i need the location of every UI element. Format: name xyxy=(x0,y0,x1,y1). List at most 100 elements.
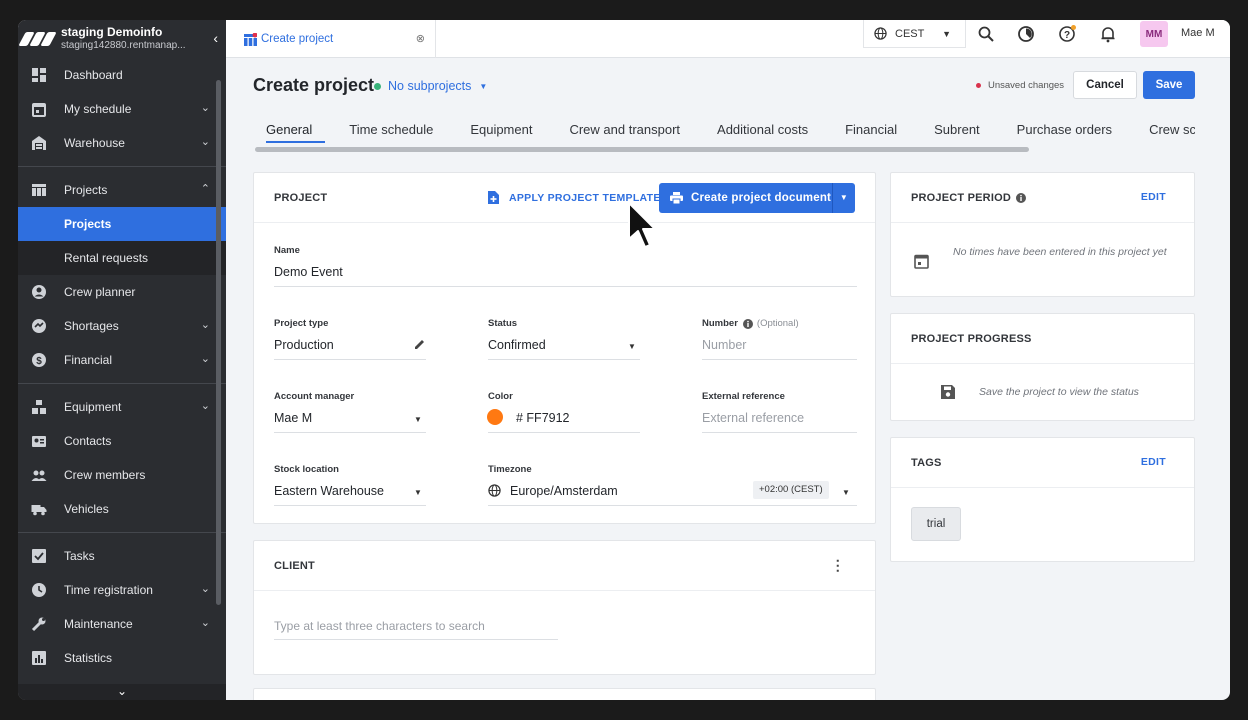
chevron-down-icon[interactable]: ⌄ xyxy=(18,684,226,700)
sidebar-item-tasks[interactable]: Tasks xyxy=(18,539,226,573)
caret-down-icon[interactable]: ▼ xyxy=(840,193,848,202)
sidebar-item-vehicles[interactable]: Vehicles xyxy=(18,492,226,526)
number-input[interactable]: Number xyxy=(702,338,746,352)
stock-location-select[interactable]: Eastern Warehouse xyxy=(274,484,384,498)
sidebar-item-shortages[interactable]: Shortages ⌄ xyxy=(18,309,226,343)
search-icon[interactable] xyxy=(977,25,995,43)
sidebar-divider xyxy=(18,532,226,533)
subprojects-dropdown[interactable]: No subprojects ▼ xyxy=(374,79,487,93)
client-search-input[interactable]: Type at least three characters to search xyxy=(274,619,485,633)
project-progress-card: PROJECT PROGRESS Save the project to vie… xyxy=(890,313,1195,421)
sidebar-item-my-schedule[interactable]: My schedule ⌄ xyxy=(18,92,226,126)
edit-tags-button[interactable]: EDIT xyxy=(1141,456,1166,468)
button-divider xyxy=(832,183,833,213)
tab-general[interactable]: General xyxy=(253,120,326,143)
sidebar-subitem-rental-requests[interactable]: Rental requests xyxy=(18,241,226,275)
tabs-scrollbar[interactable] xyxy=(255,147,1029,152)
sidebar-item-crew-planner[interactable]: Crew planner xyxy=(18,275,226,309)
sidebar-item-equipment[interactable]: Equipment ⌄ xyxy=(18,390,226,424)
app-logo xyxy=(18,32,57,46)
unsaved-indicator: Unsaved changes xyxy=(976,80,1064,91)
color-field[interactable]: # FF7912 xyxy=(516,411,570,425)
info-icon xyxy=(1016,192,1026,203)
chevron-left-icon[interactable]: ‹ xyxy=(213,30,218,46)
tab-time-schedule[interactable]: Time schedule xyxy=(349,120,446,143)
save-icon xyxy=(941,385,955,399)
sidebar-divider xyxy=(18,383,226,384)
status-dot xyxy=(374,82,381,90)
create-document-button[interactable]: Create project document ▼ xyxy=(659,183,855,213)
tab-financial[interactable]: Financial xyxy=(845,120,910,143)
tab-equipment[interactable]: Equipment xyxy=(470,120,545,143)
chevron-down-icon: ⌄ xyxy=(200,617,210,629)
globe-icon xyxy=(488,484,501,497)
timer-icon[interactable] xyxy=(1017,25,1035,43)
tag-chip[interactable]: trial xyxy=(911,507,961,541)
caret-down-icon: ▼ xyxy=(414,415,422,424)
status-select[interactable]: Confirmed xyxy=(488,338,546,352)
printer-icon xyxy=(670,192,683,204)
stock-location-underline xyxy=(274,505,426,506)
sidebar-item-crew-members[interactable]: Crew members xyxy=(18,458,226,492)
account-manager-label: Account manager xyxy=(274,391,355,402)
caret-down-icon[interactable]: ▼ xyxy=(842,488,850,497)
external-reference-input[interactable]: External reference xyxy=(702,411,804,425)
tab-purchase-orders[interactable]: Purchase orders xyxy=(1017,120,1125,143)
user-name[interactable]: Mae M xyxy=(1181,27,1215,39)
checkbox-icon xyxy=(32,549,46,563)
person-icon xyxy=(32,285,46,299)
truck-icon xyxy=(31,505,47,516)
timezone-select[interactable]: CEST ▼ xyxy=(863,20,966,48)
sidebar-item-label: Projects xyxy=(64,183,108,197)
avatar[interactable]: MM xyxy=(1140,21,1168,47)
chevron-down-icon: ⌄ xyxy=(200,136,210,148)
project-type-field[interactable]: Production xyxy=(274,338,334,352)
org-switcher[interactable]: staging Demoinfo staging142880.rentmanap… xyxy=(61,25,186,53)
account-manager-select[interactable]: Mae M xyxy=(274,411,312,425)
bell-icon[interactable] xyxy=(1099,25,1117,43)
timezone-field[interactable]: Europe/Amsterdam xyxy=(510,484,618,498)
sidebar-item-financial[interactable]: $ Financial ⌄ xyxy=(18,343,226,377)
sidebar-item-label: Projects xyxy=(64,217,112,231)
tab-crew-scheduling[interactable]: Crew scheduling xyxy=(1149,120,1195,143)
sidebar-item-statistics[interactable]: Statistics xyxy=(18,641,226,675)
sidebar-item-projects[interactable]: Projects ⌃ xyxy=(18,173,226,207)
globe-icon xyxy=(874,27,887,40)
mouse-cursor-icon xyxy=(628,202,656,248)
sidebar-item-label: Equipment xyxy=(64,400,122,414)
sidebar: staging Demoinfo staging142880.rentmanap… xyxy=(18,20,226,700)
card-header: PROJECT PROGRESS xyxy=(891,314,1194,364)
sidebar-item-time-registration[interactable]: Time registration ⌄ xyxy=(18,573,226,607)
wrench-icon xyxy=(31,617,46,632)
close-icon[interactable]: ⊗ xyxy=(416,32,425,45)
sidebar-scrollbar[interactable] xyxy=(216,80,221,605)
sidebar-item-label: Vehicles xyxy=(64,502,109,516)
number-label: Number xyxy=(702,318,738,329)
help-icon[interactable]: ? xyxy=(1058,25,1076,43)
tab-create-project[interactable]: Create project ⊗ xyxy=(226,20,436,58)
card-title: PROJECT PERIOD xyxy=(911,191,1011,204)
name-field[interactable]: Demo Event xyxy=(274,265,343,279)
sidebar-item-label: My schedule xyxy=(64,102,132,116)
next-card xyxy=(253,688,876,700)
card-header: TAGS EDIT xyxy=(891,438,1194,488)
more-vertical-icon[interactable]: ⋮ xyxy=(831,557,845,574)
unsaved-label: Unsaved changes xyxy=(988,80,1065,91)
color-swatch[interactable] xyxy=(487,409,503,425)
save-button[interactable]: Save xyxy=(1143,71,1195,99)
tab-subrent[interactable]: Subrent xyxy=(934,120,993,143)
sidebar-item-warehouse[interactable]: Warehouse ⌄ xyxy=(18,126,226,160)
sidebar-item-dashboard[interactable]: Dashboard xyxy=(18,58,226,92)
edit-period-button[interactable]: EDIT xyxy=(1141,191,1166,203)
tab-crew-and-transport[interactable]: Crew and transport xyxy=(569,120,693,143)
sidebar-item-contacts[interactable]: Contacts xyxy=(18,424,226,458)
chevron-up-icon: ⌃ xyxy=(200,183,210,195)
caret-down-icon: ▼ xyxy=(942,28,951,39)
pencil-icon[interactable] xyxy=(414,339,425,350)
tab-additional-costs[interactable]: Additional costs xyxy=(717,120,821,143)
projects-icon xyxy=(32,184,46,196)
cancel-button[interactable]: Cancel xyxy=(1073,71,1137,99)
sidebar-item-label: Financial xyxy=(64,353,113,367)
sidebar-subitem-projects[interactable]: Projects xyxy=(18,207,226,241)
sidebar-item-maintenance[interactable]: Maintenance ⌄ xyxy=(18,607,226,641)
